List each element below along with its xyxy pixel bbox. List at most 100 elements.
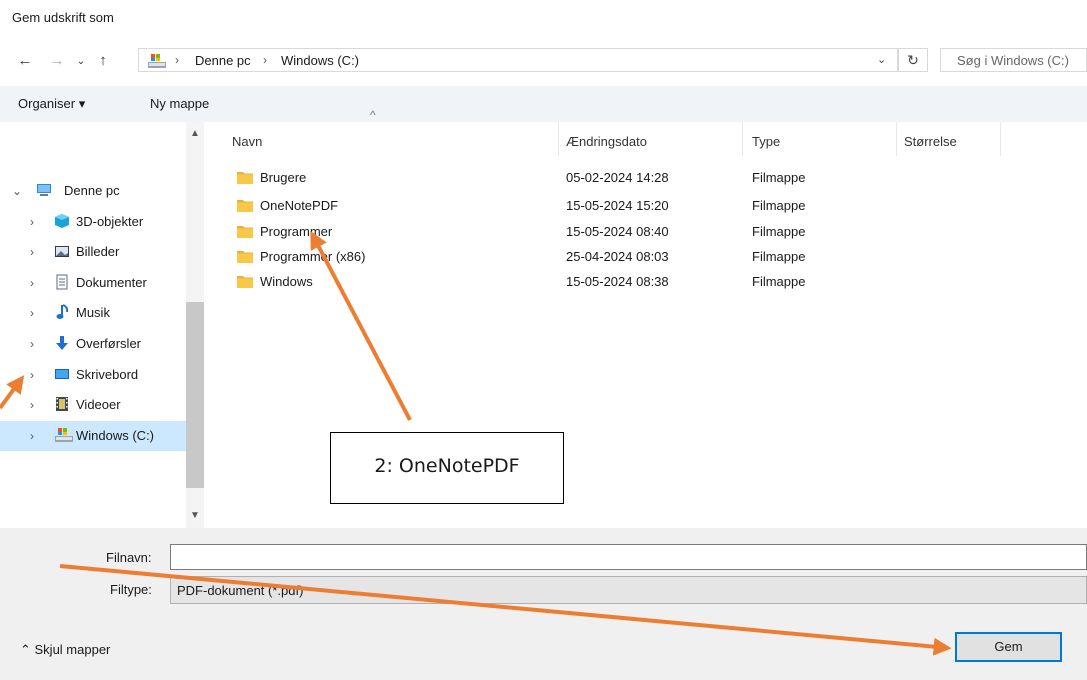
column-divider[interactable] bbox=[558, 122, 559, 156]
back-arrow-icon[interactable]: ← bbox=[16, 52, 34, 70]
scroll-up-icon[interactable]: ▲ bbox=[190, 128, 200, 139]
breadcrumb-this-pc[interactable]: Denne pc bbox=[195, 53, 251, 68]
hide-folders-toggle[interactable]: ⌃ Skjul mapper bbox=[20, 642, 110, 658]
sidebar-item-pictures[interactable]: › Billeder bbox=[0, 237, 186, 267]
breadcrumb-separator[interactable]: › bbox=[263, 53, 267, 67]
save-button[interactable]: Gem bbox=[955, 632, 1062, 662]
refresh-icon[interactable]: ↻ bbox=[898, 48, 928, 72]
file-row-onenotepdf[interactable]: OneNotePDF 15-05-2024 15:20 Filmappe bbox=[230, 194, 1087, 219]
sidebar-item-label: Musik bbox=[76, 305, 110, 320]
forward-arrow-icon[interactable]: → bbox=[48, 52, 66, 70]
file-type: Filmappe bbox=[752, 224, 806, 239]
annotation-callout-text: 2: OneNotePDF bbox=[374, 455, 520, 477]
sidebar-item-label: Skrivebord bbox=[76, 367, 139, 382]
navigation-pane-scrollbar[interactable]: ▲ ▼ bbox=[186, 122, 204, 528]
column-header-type[interactable]: Type bbox=[752, 134, 780, 149]
sidebar-item-label: Billeder bbox=[76, 244, 120, 259]
chevron-right-icon[interactable]: › bbox=[30, 276, 34, 290]
sidebar-item-downloads[interactable]: › Overførsler bbox=[0, 329, 186, 359]
file-name: Programmer (x86) bbox=[260, 249, 366, 264]
sidebar-item-label: Dokumenter bbox=[76, 275, 147, 290]
file-date: 25-04-2024 08:03 bbox=[566, 249, 669, 264]
up-arrow-icon[interactable]: ↑ bbox=[94, 52, 112, 70]
sidebar-item-windows-c[interactable]: › Windows (C:) bbox=[0, 421, 186, 451]
file-name: OneNotePDF bbox=[260, 198, 339, 213]
file-type: Filmappe bbox=[752, 249, 806, 264]
column-header-size[interactable]: Størrelse bbox=[904, 134, 957, 149]
navigation-pane: ⌄ Denne pc › 3D-objekter › Billeder › Do… bbox=[0, 122, 186, 528]
scrollbar-thumb[interactable] bbox=[186, 302, 204, 488]
sort-ascending-icon: ^ bbox=[370, 108, 376, 122]
filename-label: Filnavn: bbox=[106, 550, 152, 565]
computer-icon bbox=[37, 184, 51, 196]
chevron-right-icon[interactable]: › bbox=[30, 215, 34, 229]
scroll-down-icon[interactable]: ▼ bbox=[190, 510, 200, 521]
organise-button[interactable]: Organiser ▾ bbox=[18, 96, 85, 112]
save-options-panel: Filnavn: Filtype: PDF-dokument (*.pdf) ⌃… bbox=[0, 528, 1087, 680]
folder-icon bbox=[237, 226, 253, 238]
sidebar-item-3d-objects[interactable]: › 3D-objekter bbox=[0, 207, 186, 237]
sidebar-item-label: Videoer bbox=[76, 397, 121, 412]
chevron-down-icon[interactable]: ⌄ bbox=[12, 184, 22, 198]
toolbar: Organiser ▾ Ny mappe bbox=[0, 86, 1087, 122]
file-row-programmer-x86[interactable]: Programmer (x86) 25-04-2024 08:03 Filmap… bbox=[230, 245, 1087, 270]
column-divider[interactable] bbox=[1000, 122, 1001, 156]
file-type: Filmappe bbox=[752, 274, 806, 289]
chevron-right-icon[interactable]: › bbox=[30, 245, 34, 259]
file-type: Filmappe bbox=[752, 198, 806, 213]
folder-icon bbox=[237, 251, 253, 263]
recent-locations-chevron-icon[interactable]: ⌄ bbox=[72, 53, 90, 71]
file-row-programmer[interactable]: Programmer 15-05-2024 08:40 Filmappe bbox=[230, 220, 1087, 245]
folder-icon bbox=[237, 200, 253, 212]
sidebar-item-label: Overførsler bbox=[76, 336, 141, 351]
file-date: 15-05-2024 08:38 bbox=[566, 274, 669, 289]
breadcrumb-windows-c[interactable]: Windows (C:) bbox=[281, 53, 359, 68]
sidebar-item-videos[interactable]: › Videoer bbox=[0, 390, 186, 420]
file-date: 05-02-2024 14:28 bbox=[566, 170, 669, 185]
desktop-icon bbox=[55, 369, 69, 379]
folder-icon bbox=[237, 276, 253, 288]
drive-icon bbox=[148, 54, 166, 68]
documents-icon bbox=[56, 274, 68, 290]
pictures-icon bbox=[55, 246, 69, 257]
new-folder-button[interactable]: Ny mappe bbox=[150, 96, 209, 111]
file-row-brugere[interactable]: Brugere 05-02-2024 14:28 Filmappe bbox=[230, 166, 1087, 191]
sidebar-item-this-pc[interactable]: ⌄ Denne pc bbox=[0, 176, 186, 206]
chevron-right-icon[interactable]: › bbox=[30, 306, 34, 320]
sidebar-item-label: Windows (C:) bbox=[76, 428, 155, 443]
window-title: Gem udskrift som bbox=[12, 10, 114, 25]
annotation-callout: 2: OneNotePDF bbox=[330, 432, 564, 504]
sidebar-item-documents[interactable]: › Dokumenter bbox=[0, 268, 186, 298]
column-divider[interactable] bbox=[742, 122, 743, 156]
column-header-name[interactable]: Navn bbox=[232, 134, 262, 149]
music-icon bbox=[56, 304, 69, 319]
file-name: Windows bbox=[260, 274, 313, 289]
file-type: Filmappe bbox=[752, 170, 806, 185]
chevron-right-icon[interactable]: › bbox=[30, 368, 34, 382]
column-header-date[interactable]: Ændringsdato bbox=[566, 134, 647, 149]
file-name: Brugere bbox=[260, 170, 307, 185]
sidebar-item-label: 3D-objekter bbox=[76, 214, 144, 229]
filename-input[interactable] bbox=[170, 544, 1087, 570]
chevron-right-icon[interactable]: › bbox=[30, 398, 34, 412]
column-divider[interactable] bbox=[896, 122, 897, 156]
folder-icon bbox=[237, 172, 253, 184]
breadcrumb-separator: › bbox=[175, 53, 179, 67]
sidebar-item-desktop[interactable]: › Skrivebord bbox=[0, 360, 186, 390]
file-row-windows[interactable]: Windows 15-05-2024 08:38 Filmappe bbox=[230, 270, 1087, 295]
search-input[interactable]: Søg i Windows (C:) bbox=[940, 48, 1087, 72]
file-date: 15-05-2024 15:20 bbox=[566, 198, 669, 213]
chevron-right-icon[interactable]: › bbox=[30, 337, 34, 351]
address-dropdown-icon[interactable]: ⌄ bbox=[877, 53, 886, 66]
cube-icon bbox=[55, 214, 69, 228]
address-bar[interactable]: › Denne pc › Windows (C:) ⌄ bbox=[138, 48, 898, 72]
filetype-label: Filtype: bbox=[110, 582, 152, 597]
file-date: 15-05-2024 08:40 bbox=[566, 224, 669, 239]
file-name: Programmer bbox=[260, 224, 333, 239]
sidebar-item-music[interactable]: › Musik bbox=[0, 298, 186, 328]
chevron-right-icon[interactable]: › bbox=[30, 429, 34, 443]
drive-icon bbox=[55, 428, 73, 442]
filetype-select[interactable]: PDF-dokument (*.pdf) bbox=[170, 576, 1087, 604]
downloads-icon bbox=[56, 336, 68, 350]
videos-icon bbox=[56, 397, 68, 411]
